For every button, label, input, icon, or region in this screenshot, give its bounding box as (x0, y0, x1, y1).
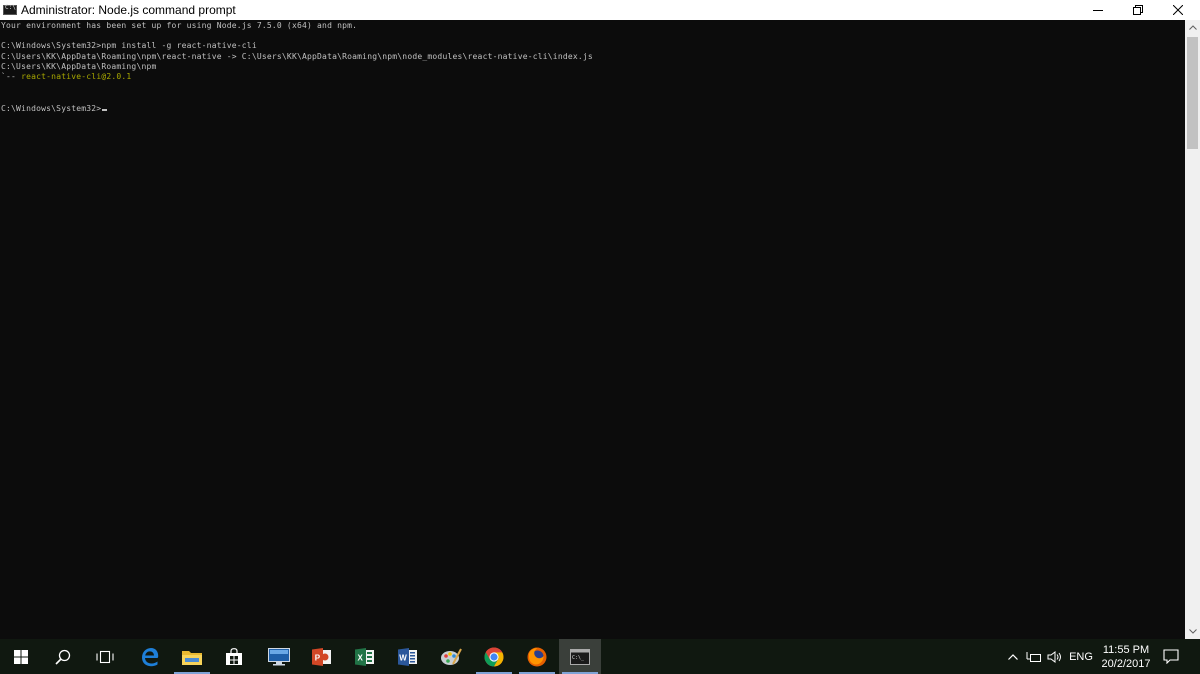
input-language-button[interactable]: ENG (1066, 639, 1096, 674)
console-line: Your environment has been set up for usi… (1, 21, 358, 30)
monitor-icon (268, 647, 290, 665)
console-line-package: `-- react-native-cli@2.0.1 (1, 72, 131, 82)
chevron-up-icon (1008, 653, 1018, 660)
tree-prefix: `-- (1, 72, 22, 81)
search-button[interactable] (42, 639, 84, 674)
task-view-button[interactable] (84, 639, 126, 674)
console-line: C:\Users\KK\AppData\Roaming\npm\react-na… (1, 52, 593, 61)
word-button[interactable]: W (387, 639, 429, 674)
clock-time: 11:55 PM (1102, 643, 1150, 656)
file-explorer-button[interactable] (171, 639, 213, 674)
windows-logo-icon (14, 649, 28, 664)
scroll-thumb[interactable] (1187, 37, 1198, 149)
cmd-icon: C:\_ (570, 648, 590, 665)
cmd-button[interactable]: C:\_ (559, 639, 601, 674)
volume-button[interactable] (1045, 639, 1065, 674)
edge-button[interactable] (129, 639, 171, 674)
start-button[interactable] (0, 639, 42, 674)
scroll-up-button[interactable] (1185, 20, 1200, 35)
excel-button[interactable]: X (344, 639, 386, 674)
window-title: Administrator: Node.js command prompt (21, 3, 236, 17)
minimize-button[interactable] (1078, 0, 1118, 20)
show-hidden-icons-button[interactable] (1004, 639, 1022, 674)
title-bar[interactable]: Administrator: Node.js command prompt (0, 0, 1200, 20)
text-cursor (102, 109, 108, 111)
clock-button[interactable]: 11:55 PM 20/2/2017 (1097, 639, 1155, 674)
svg-text:X: X (358, 653, 364, 662)
console-line: C:\Windows\System32>npm install -g react… (1, 41, 257, 50)
action-center-button[interactable] (1156, 639, 1186, 674)
store-button[interactable] (213, 639, 255, 674)
search-icon (55, 649, 71, 665)
remote-desktop-button[interactable] (258, 639, 300, 674)
word-icon: W (398, 647, 417, 666)
chrome-icon (484, 646, 504, 666)
console-output[interactable]: Your environment has been set up for usi… (0, 20, 1185, 639)
taskbar: P X W C:\_ ENG 11:55 PM 20/2/2017 (0, 639, 1200, 674)
command-prompt: C:\Windows\System32> (1, 104, 102, 113)
network-button[interactable] (1024, 639, 1044, 674)
minimize-icon (1093, 10, 1103, 11)
speaker-icon (1047, 650, 1061, 663)
console-prompt-line[interactable]: C:\Windows\System32> (1, 104, 108, 114)
firefox-button[interactable] (516, 639, 558, 674)
restore-button[interactable] (1118, 0, 1158, 20)
clock-date: 20/2/2017 (1101, 657, 1151, 670)
console-line: C:\Users\KK\AppData\Roaming\npm (1, 62, 157, 71)
chevron-down-icon (1188, 629, 1197, 634)
network-icon (1026, 651, 1041, 662)
paint-icon (441, 648, 462, 665)
powerpoint-button[interactable]: P (301, 639, 343, 674)
cmd-app-icon[interactable] (3, 4, 17, 15)
installed-package: react-native-cli@2.0.1 (21, 72, 132, 81)
paint-button[interactable] (430, 639, 472, 674)
svg-text:P: P (315, 653, 321, 662)
powerpoint-icon: P (312, 647, 331, 666)
vertical-scrollbar[interactable] (1185, 20, 1200, 639)
firefox-icon (527, 647, 547, 666)
chevron-up-icon (1188, 25, 1197, 30)
edge-icon (142, 647, 159, 666)
store-bag-icon (226, 647, 242, 665)
notification-icon (1163, 649, 1179, 664)
scroll-down-button[interactable] (1185, 624, 1200, 639)
svg-text:C:\_: C:\_ (572, 655, 585, 661)
task-view-icon (96, 650, 114, 663)
restore-icon (1133, 5, 1143, 15)
svg-text:W: W (399, 653, 407, 662)
folder-icon (182, 650, 202, 665)
excel-icon: X (355, 647, 374, 666)
close-icon (1173, 5, 1183, 15)
chrome-button[interactable] (473, 639, 515, 674)
close-button[interactable] (1158, 0, 1198, 20)
